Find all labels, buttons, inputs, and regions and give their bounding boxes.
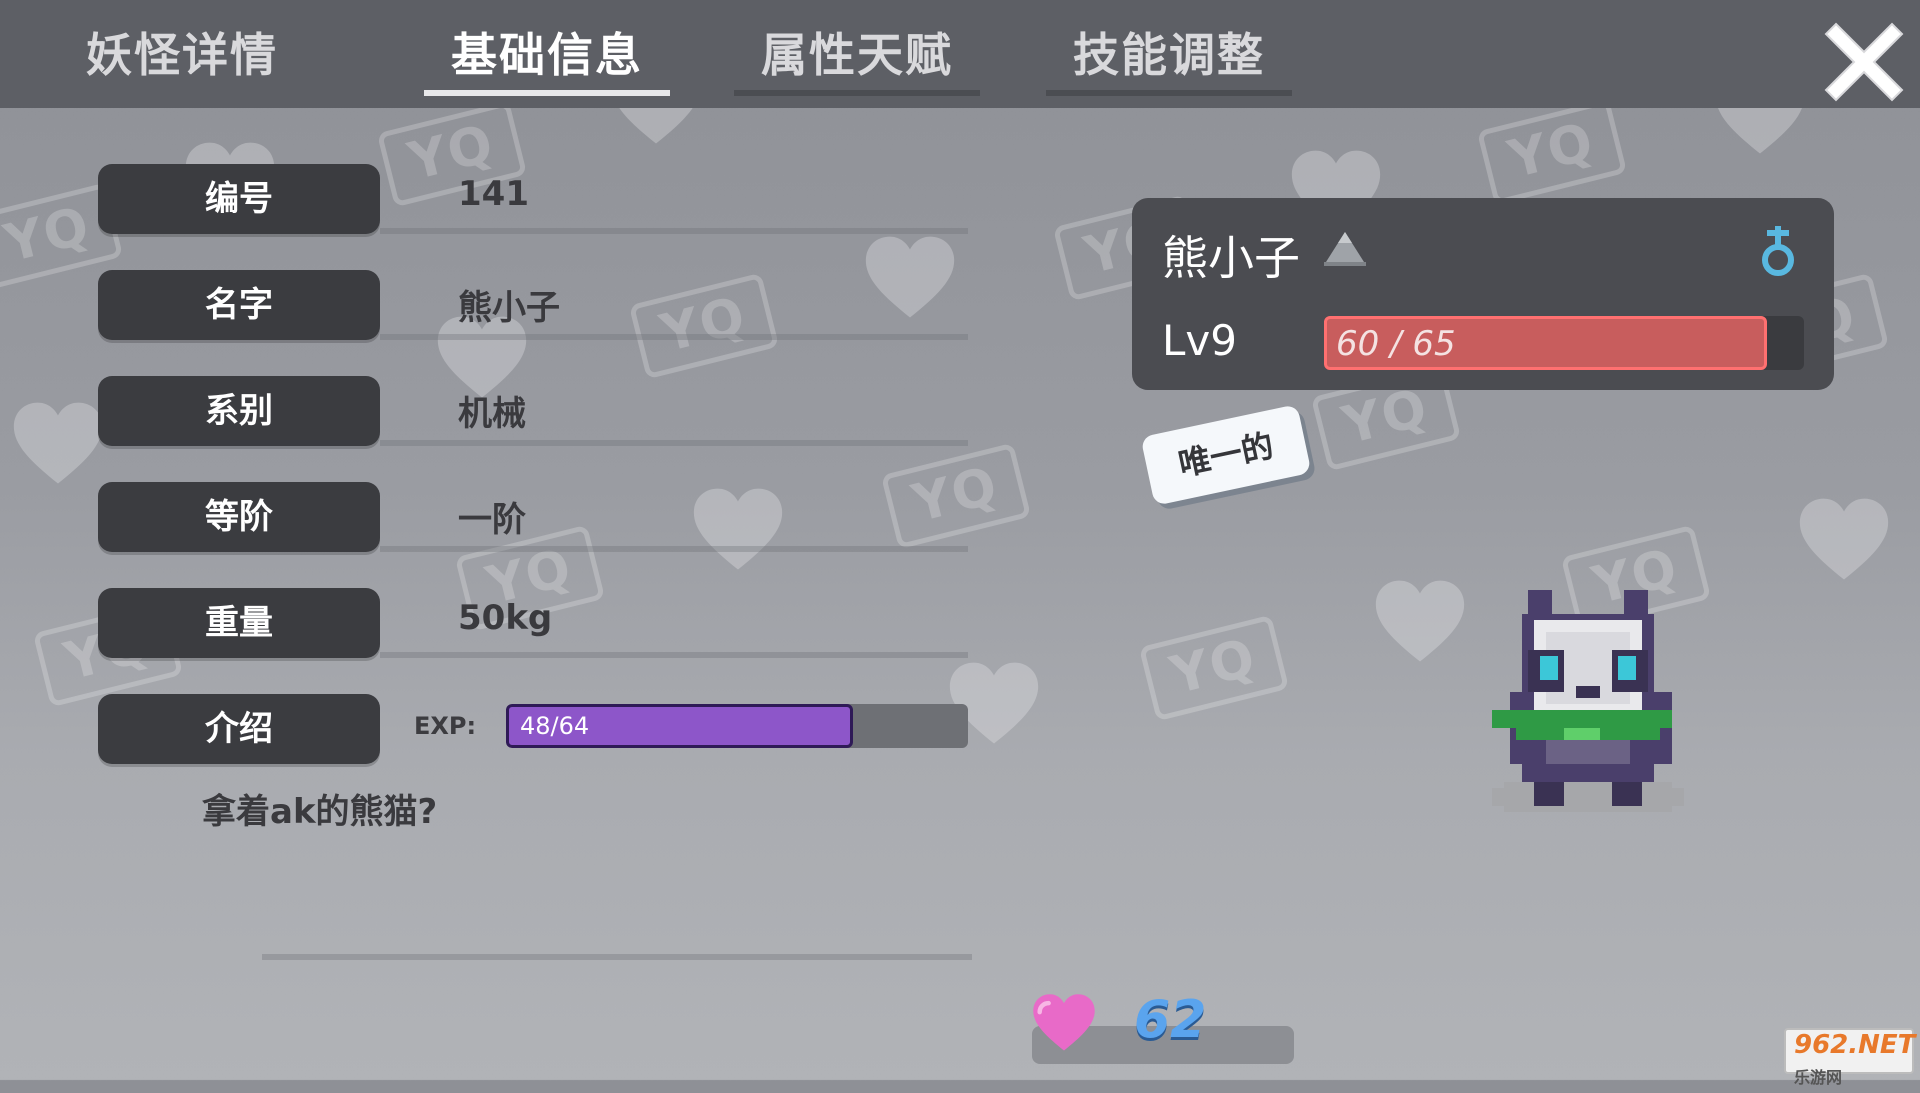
monster-sprite — [1492, 590, 1684, 812]
info-row-number: 编号 141 — [98, 164, 970, 236]
row-divider — [380, 228, 968, 234]
name-value: 熊小子 — [458, 288, 560, 328]
tab-attributes[interactable]: 属性天赋 — [734, 18, 980, 96]
monster-card: 熊小子 Lv9 60 / 65 — [1132, 198, 1834, 390]
info-row-intro: 介绍 EXP: 48/64 — [98, 694, 970, 766]
monster-name: 熊小子 — [1162, 231, 1300, 285]
unique-badge: 唯一的 — [1140, 404, 1312, 506]
site-logo-sub: 乐游网 — [1794, 1068, 1843, 1087]
hp-bar: 60 / 65 — [1324, 316, 1804, 370]
info-row-name: 名字 熊小子 — [98, 270, 970, 342]
tab-skills[interactable]: 技能调整 — [1046, 18, 1292, 96]
watermark: YQ — [1476, 98, 1628, 206]
top-bar: 妖怪详情 基础信息 属性天赋 技能调整 — [0, 0, 1920, 108]
row-divider — [380, 440, 968, 446]
intro-text: 拿着ak的熊猫? — [202, 792, 438, 832]
intro-label: 介绍 — [98, 694, 380, 764]
row-divider — [380, 652, 968, 658]
row-divider — [380, 334, 968, 340]
heart-icon — [1033, 994, 1095, 1051]
watermark: YQ — [1138, 614, 1290, 722]
mountain-rank-icon — [1324, 232, 1366, 266]
tab-basic-info[interactable]: 基础信息 — [424, 18, 670, 96]
background-heart-icon — [1799, 498, 1889, 580]
weight-label: 重量 — [98, 588, 380, 658]
tab-attributes-label: 属性天赋 — [761, 28, 953, 82]
background-heart-icon — [13, 402, 103, 484]
exp-value: 48/64 — [520, 712, 590, 740]
info-row-tier: 等阶 一阶 — [98, 482, 970, 554]
row-divider — [380, 546, 968, 552]
background-heart-icon — [1375, 580, 1465, 662]
monster-level: Lv9 — [1162, 316, 1237, 365]
type-label: 系别 — [98, 376, 380, 446]
tab-underline — [1046, 90, 1292, 96]
info-row-type: 系别 机械 — [98, 376, 970, 448]
tab-skills-label: 技能调整 — [1073, 28, 1265, 82]
number-label: 编号 — [98, 164, 380, 234]
tab-underline — [424, 90, 670, 96]
type-value: 机械 — [458, 394, 526, 434]
info-row-weight: 重量 50kg — [98, 588, 970, 660]
tab-basic-info-label: 基础信息 — [451, 28, 643, 82]
name-label: 名字 — [98, 270, 380, 340]
weight-value: 50kg — [458, 598, 553, 638]
tier-value: 一阶 — [458, 500, 526, 540]
gender-icon — [1762, 226, 1794, 276]
site-logo-main: 962.NET — [1794, 1030, 1916, 1060]
hp-value: 60 / 65 — [1336, 324, 1456, 364]
exp-bar: 48/64 — [506, 704, 968, 748]
site-logo: 962.NET 乐游网 — [1784, 1028, 1916, 1087]
affection-value: 62 — [1134, 990, 1207, 1050]
intro-divider — [262, 954, 972, 960]
exp-label: EXP: — [414, 712, 477, 740]
tier-label: 等阶 — [98, 482, 380, 552]
tab-underline — [734, 90, 980, 96]
close-icon[interactable] — [1822, 20, 1906, 104]
tab-monster-details: 妖怪详情 — [86, 28, 278, 82]
number-value: 141 — [458, 174, 529, 214]
